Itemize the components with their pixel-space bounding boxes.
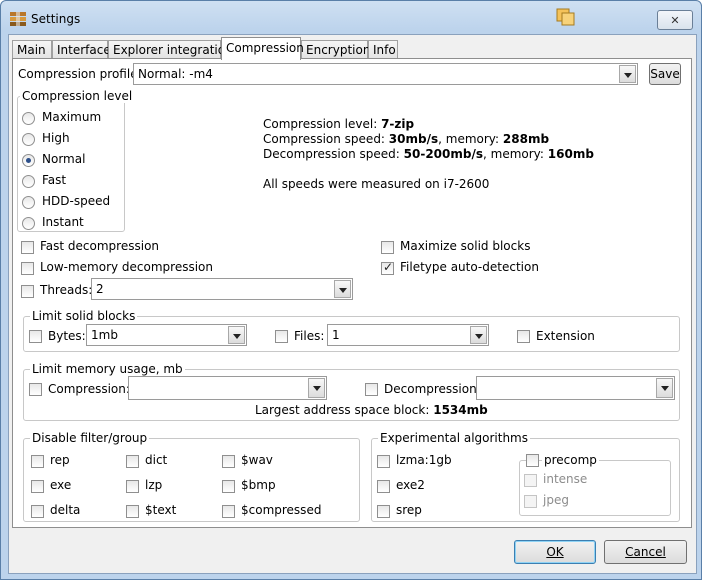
dialog-client: Main Interface Explorer integration Comp… (8, 34, 697, 574)
filter-exe-checkbox[interactable] (31, 480, 44, 493)
disable-filter-group: Disable filter/group rep dict $wav exe l… (23, 431, 360, 522)
window-title: Settings (31, 12, 81, 26)
info-decompression-speed: Decompression speed: 50-200mb/s, memory:… (263, 147, 594, 161)
filter-wav-checkbox[interactable] (222, 455, 235, 468)
intense-checkbox[interactable] (524, 474, 537, 487)
memory-decompression-checkbox[interactable] (365, 383, 378, 396)
filter-lzp-checkbox[interactable] (126, 480, 139, 493)
info-note: All speeds were measured on i7-2600 (263, 177, 490, 191)
tab-compression[interactable]: Compression (221, 37, 304, 60)
threads-checkbox[interactable] (21, 285, 34, 298)
title-bar[interactable]: Settings ✕ (1, 1, 701, 35)
chevron-down-icon[interactable] (470, 326, 487, 344)
filter-text-checkbox[interactable] (126, 505, 139, 518)
settings-window: Settings ✕ Main Interface Explorer integ… (0, 0, 702, 580)
chevron-down-icon[interactable] (308, 378, 325, 398)
memory-compression-combo[interactable] (128, 376, 327, 400)
tab-interface[interactable]: Interface (52, 40, 111, 59)
extension-checkbox[interactable] (517, 330, 530, 343)
experimental-algorithms-group: Experimental algorithms lzma:1gb exe2 sr… (371, 431, 680, 522)
close-icon: ✕ (670, 13, 680, 27)
compression-panel: Compression profile: Normal: -m4 Save Co… (12, 58, 692, 528)
chevron-down-icon[interactable] (228, 326, 245, 344)
chevron-down-icon[interactable] (334, 280, 351, 298)
bytes-combo[interactable]: 1mb (86, 324, 247, 346)
chevron-down-icon[interactable] (619, 65, 636, 83)
tab-encryption[interactable]: Encryption (301, 40, 370, 59)
filter-dict-checkbox[interactable] (126, 455, 139, 468)
compression-level-group: Compression level Maximum High Normal Fa… (17, 89, 135, 232)
jpeg-checkbox[interactable] (524, 495, 537, 508)
filetype-auto-detection-checkbox[interactable] (381, 260, 394, 275)
files-combo[interactable]: 1 (327, 324, 489, 346)
filter-compressed-checkbox[interactable] (222, 505, 235, 518)
memory-compression-checkbox[interactable] (29, 383, 42, 396)
lzma-1gb-checkbox[interactable] (377, 455, 390, 468)
srep-checkbox[interactable] (377, 505, 390, 518)
filter-bmp-checkbox[interactable] (222, 480, 235, 493)
info-compression-speed: Compression speed: 30mb/s, memory: 288mb (263, 132, 550, 146)
radio-instant[interactable] (22, 217, 35, 230)
close-button[interactable]: ✕ (657, 10, 693, 30)
archive-app-icon (10, 12, 26, 26)
radio-high[interactable] (22, 133, 35, 146)
largest-address-block: Largest address space block: 1534mb (255, 403, 488, 417)
radio-fast[interactable] (22, 175, 35, 188)
profile-combo[interactable]: Normal: -m4 (133, 63, 638, 85)
windows-icon (556, 8, 575, 26)
compression-level-title: Compression level (20, 89, 135, 103)
save-button[interactable]: Save (649, 63, 681, 85)
tab-explorer-integration[interactable]: Explorer integration (108, 40, 233, 59)
radio-hdd-speed[interactable] (22, 196, 35, 209)
radio-normal[interactable] (22, 154, 35, 167)
info-level: Compression level: 7-zip (263, 117, 415, 131)
maximize-solid-blocks-checkbox[interactable] (381, 241, 394, 254)
memory-decompression-combo[interactable] (476, 376, 675, 400)
precomp-group: precomp intense jpeg (519, 453, 671, 516)
radio-maximum[interactable] (22, 112, 35, 125)
tab-info[interactable]: Info (368, 40, 398, 59)
chevron-down-icon[interactable] (656, 378, 673, 398)
tab-bar: Main Interface Explorer integration Comp… (9, 37, 696, 60)
filter-delta-checkbox[interactable] (31, 505, 44, 518)
limit-memory-group: Limit memory usage, mb Compression: Deco… (23, 362, 680, 421)
bytes-checkbox[interactable] (29, 330, 42, 343)
filter-rep-checkbox[interactable] (31, 455, 44, 468)
threads-combo[interactable]: 2 (91, 278, 353, 300)
files-checkbox[interactable] (275, 330, 288, 343)
precomp-checkbox[interactable] (526, 454, 539, 467)
cancel-button[interactable]: Cancel (604, 540, 687, 564)
fast-decompression-checkbox[interactable] (21, 241, 34, 254)
low-memory-decompression-checkbox[interactable] (21, 262, 34, 275)
tab-main[interactable]: Main (12, 40, 52, 59)
profile-label: Compression profile: (18, 67, 142, 81)
ok-button[interactable]: OK (514, 540, 596, 564)
exe2-checkbox[interactable] (377, 480, 390, 493)
limit-solid-blocks-group: Limit solid blocks Bytes: 1mb Files: 1 E… (23, 309, 680, 352)
